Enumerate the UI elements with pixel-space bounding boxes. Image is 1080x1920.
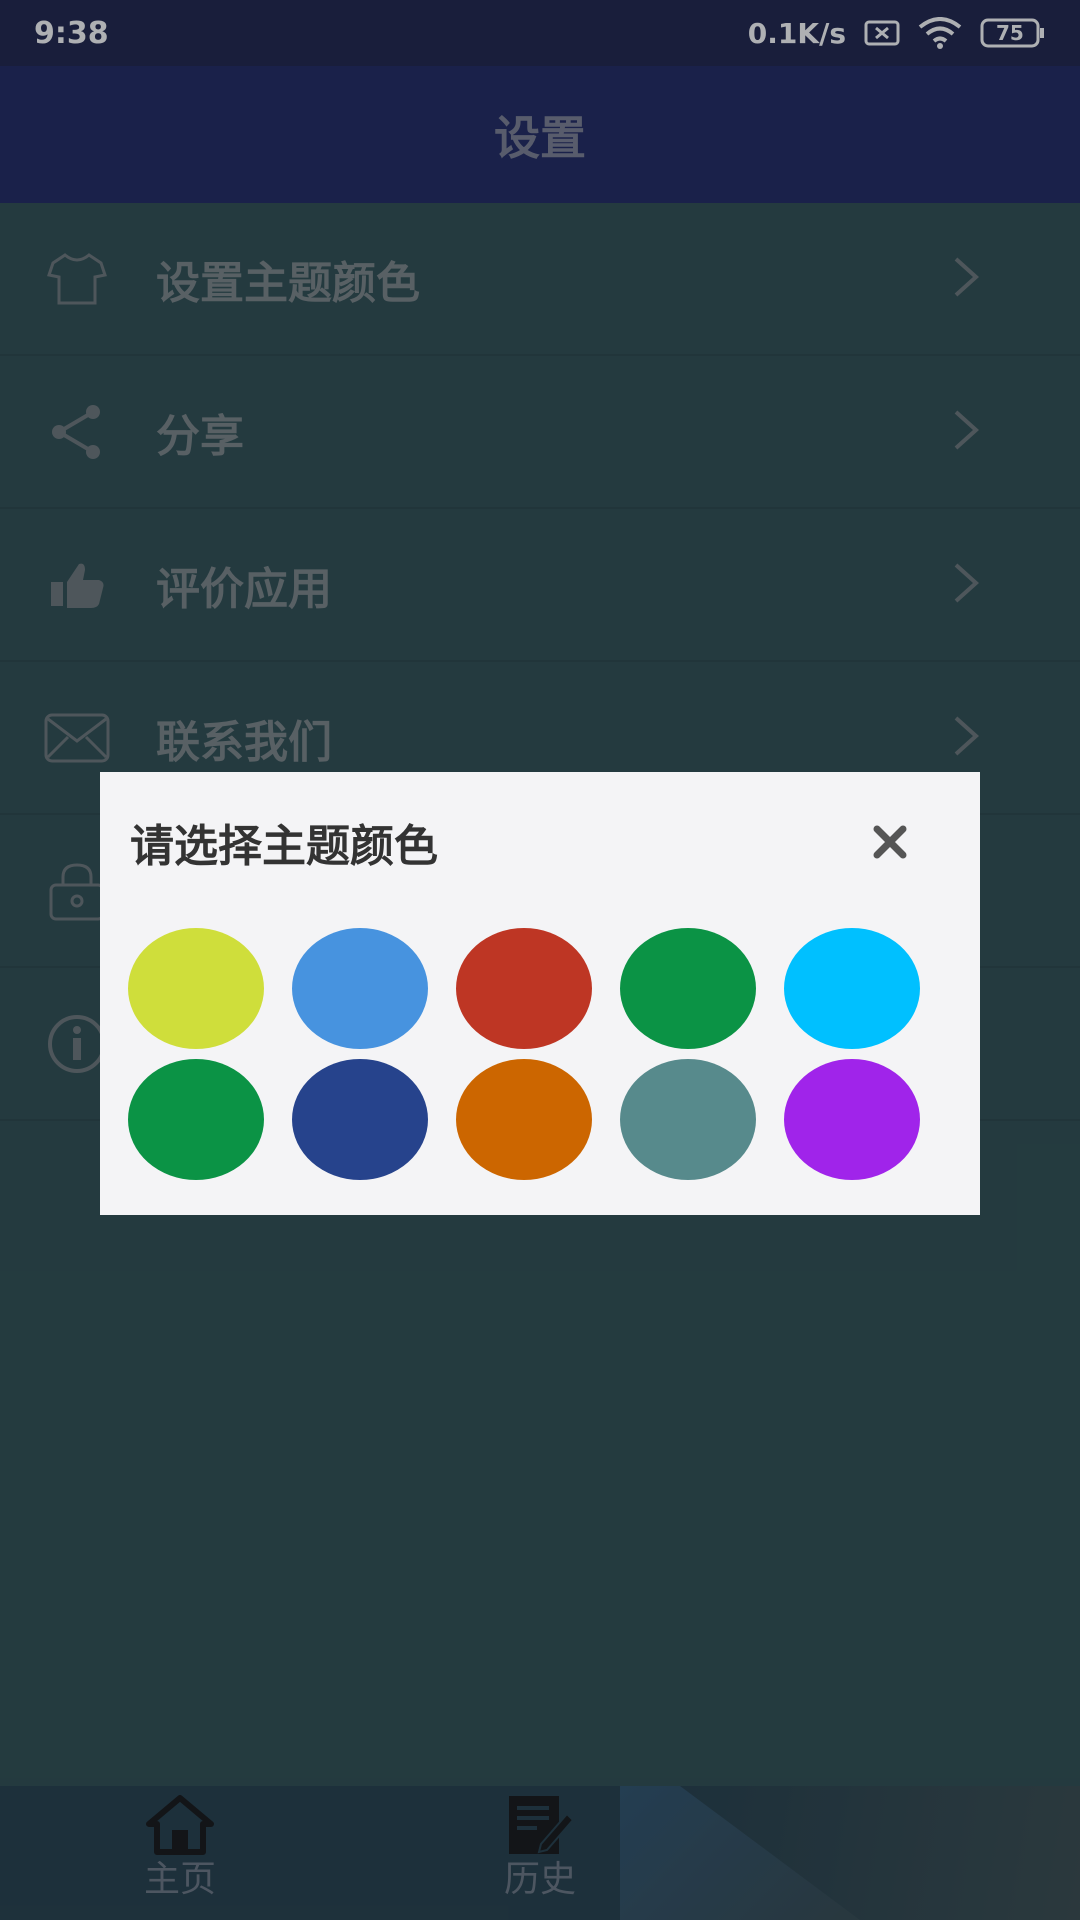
color-swatch[interactable] bbox=[784, 928, 920, 1049]
close-icon[interactable] bbox=[862, 814, 918, 870]
color-swatch[interactable] bbox=[128, 928, 264, 1049]
color-swatch[interactable] bbox=[456, 928, 592, 1049]
color-swatch[interactable] bbox=[456, 1059, 592, 1180]
theme-color-dialog: 请选择主题颜色 bbox=[100, 772, 980, 1215]
color-swatch[interactable] bbox=[128, 1059, 264, 1180]
color-swatch[interactable] bbox=[784, 1059, 920, 1180]
dialog-title: 请选择主题颜色 bbox=[130, 821, 438, 872]
color-swatch[interactable] bbox=[292, 1059, 428, 1180]
color-swatch[interactable] bbox=[620, 928, 756, 1049]
color-swatch[interactable] bbox=[620, 1059, 756, 1180]
color-swatch[interactable] bbox=[292, 928, 428, 1049]
color-swatch-grid bbox=[128, 928, 948, 1180]
